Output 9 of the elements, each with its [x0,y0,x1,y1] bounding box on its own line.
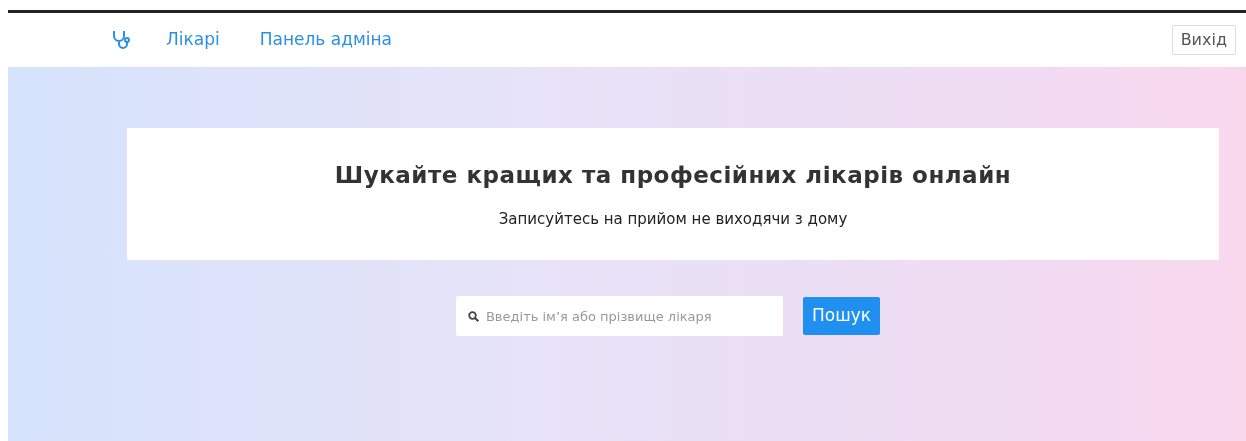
nav-link[interactable]: Панель адміна [259,27,393,53]
hero-subtitle: Записуйтесь на прийом не виходячи з дому [498,209,848,230]
stethoscope-icon [112,30,130,50]
search-button[interactable]: Пошук [802,297,881,335]
logout-button[interactable]: Вихід [1171,25,1236,55]
search-icon [467,311,479,322]
hero-title: Шукайте кращих та професійних лікарів онлайн [334,160,1012,190]
search-field[interactable]: Введіть ім’я або прізвище лікаря [455,296,783,336]
nav-link[interactable]: Лікарі [166,27,220,53]
